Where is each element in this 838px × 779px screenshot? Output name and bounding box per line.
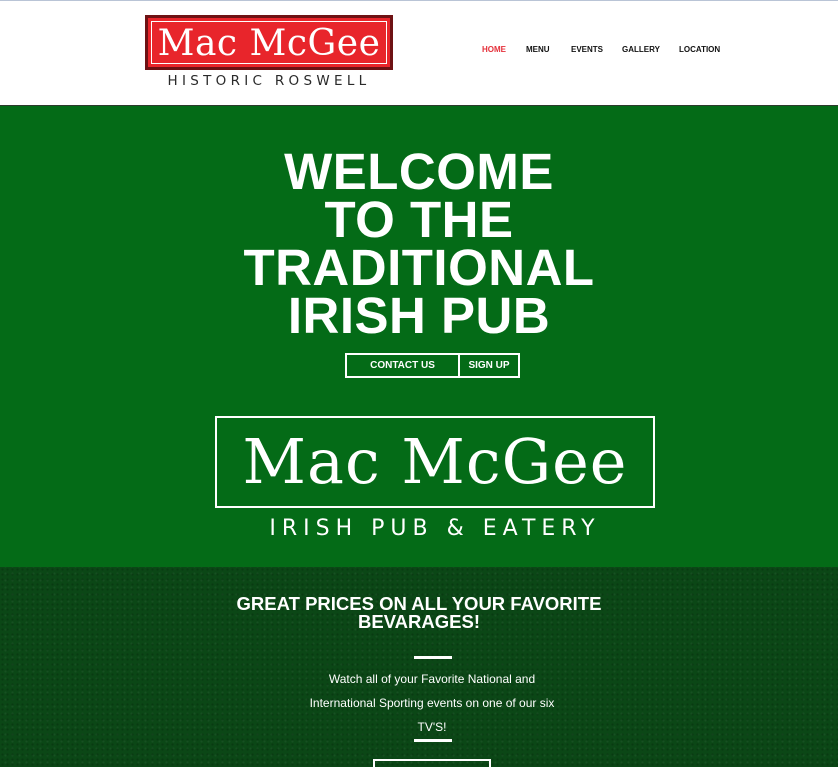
sign-up-button[interactable]: SIGN UP [460,353,520,378]
logo-badge: Mac McGee [145,15,393,70]
pub-logo: Mac McGee IRISH PUB & EATERY [215,416,655,541]
promo-button[interactable] [373,759,491,779]
hero-title-line: IRISH PUB [287,287,551,344]
promo-text: Watch all of your Favorite National and … [272,667,592,739]
promo-text-line: TV'S! [417,720,447,734]
promo-section: GREAT PRICES ON ALL YOUR FAVORITE BEVARA… [0,567,838,779]
site-header: Mac McGee HISTORIC ROSWELL HOME MENU EVE… [0,0,838,106]
hero-title-line: TRADITIONAL [243,239,595,296]
divider-bottom [414,739,452,742]
logo-subtitle: HISTORIC ROSWELL [167,73,371,89]
divider-top [414,656,452,659]
hero-title: WELCOME TO THE TRADITIONAL IRISH PUB [0,143,838,344]
hero-buttons: CONTACT US SIGN UP [345,353,520,378]
promo-text-line: Watch all of your Favorite National and [328,672,536,686]
promo-title: GREAT PRICES ON ALL YOUR FAVORITE BEVARA… [0,594,838,632]
promo-text-line: International Sporting events on one of … [309,696,555,710]
pub-logo-subtitle: IRISH PUB & EATERY [269,516,601,541]
nav-location[interactable]: LOCATION [679,45,729,54]
contact-us-button[interactable]: CONTACT US [345,353,460,378]
nav-home[interactable]: HOME [482,45,526,54]
logo-title: Mac McGee [157,23,381,64]
promo-title-line: BEVARAGES! [358,611,480,632]
hero-title-line: TO THE [324,191,514,248]
site-logo[interactable]: Mac McGee HISTORIC ROSWELL [145,15,393,89]
main-nav: HOME MENU EVENTS GALLERY LOCATION [482,45,729,54]
hero-section: WELCOME TO THE TRADITIONAL IRISH PUB CON… [0,106,838,567]
hero-title-line: WELCOME [284,143,554,200]
pub-logo-frame: Mac McGee [215,416,655,508]
pub-logo-title: Mac McGee [242,425,628,498]
nav-events[interactable]: EVENTS [571,45,622,54]
nav-menu[interactable]: MENU [526,45,571,54]
nav-gallery[interactable]: GALLERY [622,45,679,54]
